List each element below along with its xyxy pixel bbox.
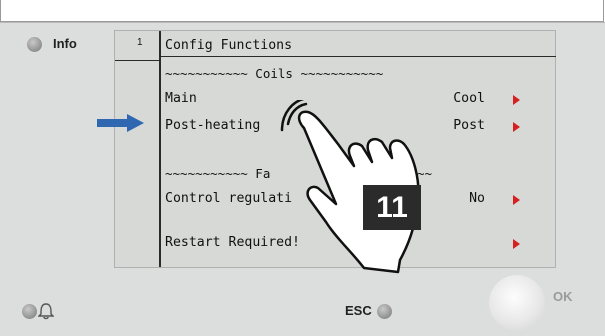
row-main-label[interactable]: Main [165, 91, 197, 106]
selection-pointer-icon [97, 114, 144, 132]
line-number: 1 [137, 37, 143, 48]
row-control-label[interactable]: Control regulati [165, 191, 292, 206]
gutter-divider [159, 31, 161, 267]
bell-icon[interactable] [38, 302, 54, 320]
ok-label: OK [553, 289, 573, 304]
row-restart-arrow-icon[interactable] [513, 239, 520, 249]
top-frame [0, 0, 604, 22]
esc-label: ESC [345, 303, 372, 318]
alarm-led [22, 304, 37, 319]
section-header-coils: ~~~~~~~~~~~ Coils ~~~~~~~~~~~ [165, 66, 384, 81]
step-badge: 11 [363, 185, 421, 230]
row-main-arrow-icon[interactable] [513, 95, 520, 105]
row-control-arrow-icon[interactable] [513, 195, 520, 205]
gutter-top-line [115, 60, 161, 61]
info-label: Info [53, 36, 77, 51]
row-post-heating-arrow-icon[interactable] [513, 122, 520, 132]
section-header-fans: ~~~~~~~~~~~ Fa [165, 166, 271, 181]
screen-title: Config Functions [165, 38, 293, 53]
esc-button[interactable] [377, 304, 392, 319]
row-post-heating-label[interactable]: Post-heating [165, 118, 260, 133]
ok-knob[interactable] [489, 275, 545, 331]
info-led [27, 37, 42, 52]
